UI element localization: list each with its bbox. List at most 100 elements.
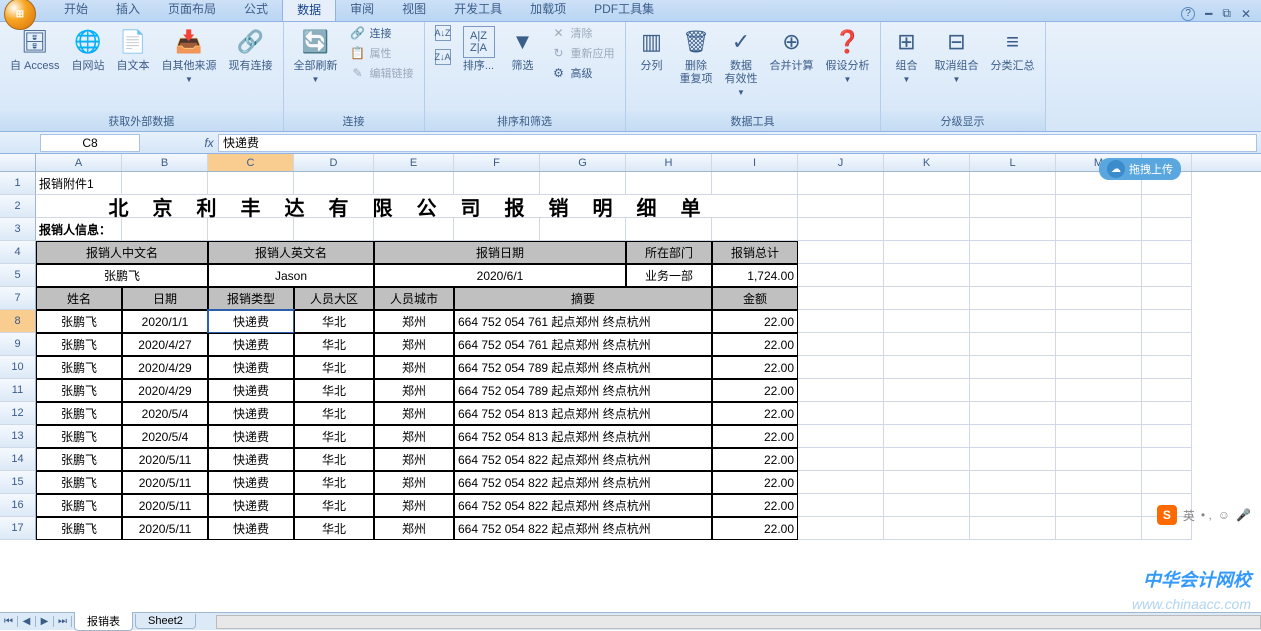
cell[interactable]: 报销人信息：: [36, 218, 122, 241]
cell[interactable]: [884, 264, 970, 287]
row-header[interactable]: 11: [0, 379, 36, 402]
cell[interactable]: 快递费: [208, 379, 294, 402]
cell[interactable]: 华北: [294, 471, 374, 494]
cell[interactable]: 人员城市: [374, 287, 454, 310]
cell[interactable]: 2020/5/11: [122, 517, 208, 540]
cell[interactable]: 2020/4/27: [122, 333, 208, 356]
cell[interactable]: [1142, 241, 1192, 264]
cell[interactable]: 664 752 054 789 起点郑州 终点杭州: [454, 379, 712, 402]
row-header[interactable]: 16: [0, 494, 36, 517]
restore-window-icon[interactable]: ⧉: [1222, 6, 1231, 21]
cell[interactable]: 664 752 054 822 起点郑州 终点杭州: [454, 517, 712, 540]
help-icon[interactable]: ?: [1181, 7, 1195, 21]
cell[interactable]: [970, 287, 1056, 310]
cell[interactable]: 郑州: [374, 379, 454, 402]
cell[interactable]: 快递费: [208, 425, 294, 448]
cell[interactable]: 华北: [294, 448, 374, 471]
cell[interactable]: 22.00: [712, 402, 798, 425]
column-header[interactable]: F: [454, 154, 540, 171]
ribbon-tab[interactable]: 数据: [282, 0, 336, 21]
from-text-button[interactable]: 📄 自文本: [113, 24, 154, 75]
cell[interactable]: 郑州: [374, 448, 454, 471]
cell[interactable]: 快递费: [208, 333, 294, 356]
cell[interactable]: [294, 218, 374, 241]
cell[interactable]: 22.00: [712, 448, 798, 471]
cell[interactable]: 华北: [294, 310, 374, 333]
cell[interactable]: [970, 494, 1056, 517]
cell[interactable]: 姓名: [36, 287, 122, 310]
cell[interactable]: [1056, 517, 1142, 540]
cell[interactable]: 张鹏飞: [36, 379, 122, 402]
cell[interactable]: [1142, 287, 1192, 310]
data-tools-button[interactable]: 🗑删除重复项: [676, 24, 717, 88]
column-header[interactable]: G: [540, 154, 626, 171]
sheet-nav-first[interactable]: ⏮: [0, 616, 18, 627]
ribbon-tab[interactable]: 加载项: [516, 0, 580, 21]
cell[interactable]: 郑州: [374, 402, 454, 425]
cell[interactable]: [1056, 425, 1142, 448]
ribbon-tab[interactable]: 页面布局: [154, 0, 230, 21]
cell[interactable]: 报销日期: [374, 241, 626, 264]
cell[interactable]: 664 752 054 822 起点郑州 终点杭州: [454, 448, 712, 471]
cell[interactable]: [798, 494, 884, 517]
cell[interactable]: 2020/5/11: [122, 494, 208, 517]
cell[interactable]: 快递费: [208, 402, 294, 425]
cell[interactable]: [884, 333, 970, 356]
cell[interactable]: [374, 218, 454, 241]
cell[interactable]: [884, 471, 970, 494]
cell[interactable]: 快递费: [208, 471, 294, 494]
row-header[interactable]: 14: [0, 448, 36, 471]
cell[interactable]: 22.00: [712, 379, 798, 402]
data-tools-button[interactable]: ▥分列: [632, 24, 672, 75]
cell[interactable]: [970, 448, 1056, 471]
cell[interactable]: [1142, 195, 1192, 218]
cell[interactable]: [1142, 402, 1192, 425]
cell[interactable]: 人员大区: [294, 287, 374, 310]
cell[interactable]: 张鹏飞: [36, 333, 122, 356]
cell[interactable]: [884, 425, 970, 448]
cell[interactable]: 张鹏飞: [36, 356, 122, 379]
cell[interactable]: 664 752 054 822 起点郑州 终点杭州: [454, 471, 712, 494]
ribbon-tab[interactable]: 开发工具: [440, 0, 516, 21]
row-header[interactable]: 13: [0, 425, 36, 448]
cell[interactable]: [122, 218, 208, 241]
name-box[interactable]: C8: [40, 134, 140, 152]
column-header[interactable]: H: [626, 154, 712, 171]
cell[interactable]: 2020/5/4: [122, 425, 208, 448]
ribbon-tab[interactable]: 插入: [102, 0, 154, 21]
minimize-window-icon[interactable]: ━: [1205, 7, 1212, 21]
row-header[interactable]: 3: [0, 218, 36, 241]
cell[interactable]: 张鹏飞: [36, 402, 122, 425]
cell[interactable]: 张鹏飞: [36, 517, 122, 540]
fx-icon[interactable]: fx: [200, 136, 218, 150]
cell[interactable]: [970, 517, 1056, 540]
row-header[interactable]: 17: [0, 517, 36, 540]
cell[interactable]: [1056, 218, 1142, 241]
data-tools-button[interactable]: ❓假设分析▼: [822, 24, 874, 88]
cell[interactable]: [798, 310, 884, 333]
cell[interactable]: [1056, 494, 1142, 517]
cell[interactable]: 摘要: [454, 287, 712, 310]
cell[interactable]: 金额: [712, 287, 798, 310]
cell[interactable]: 华北: [294, 379, 374, 402]
row-header[interactable]: 5: [0, 264, 36, 287]
cell[interactable]: 报销总计: [712, 241, 798, 264]
cell[interactable]: [798, 356, 884, 379]
cell[interactable]: 快递费: [208, 494, 294, 517]
horizontal-scrollbar[interactable]: [216, 615, 1261, 629]
sheet-nav-prev[interactable]: ◀: [18, 616, 36, 627]
cell[interactable]: [798, 287, 884, 310]
cell[interactable]: 所在部门: [626, 241, 712, 264]
cell[interactable]: 北京利丰达有限公司报销明细单: [36, 195, 798, 218]
cell[interactable]: 快递费: [208, 517, 294, 540]
row-header[interactable]: 9: [0, 333, 36, 356]
cell[interactable]: 2020/4/29: [122, 379, 208, 402]
cell[interactable]: 华北: [294, 333, 374, 356]
from-access-button[interactable]: 🗄 自 Access: [6, 24, 64, 75]
cell[interactable]: [884, 494, 970, 517]
cell[interactable]: 张鹏飞: [36, 448, 122, 471]
cell[interactable]: 2020/5/4: [122, 402, 208, 425]
cell[interactable]: [1056, 310, 1142, 333]
ribbon-tab[interactable]: 视图: [388, 0, 440, 21]
cell[interactable]: [798, 471, 884, 494]
